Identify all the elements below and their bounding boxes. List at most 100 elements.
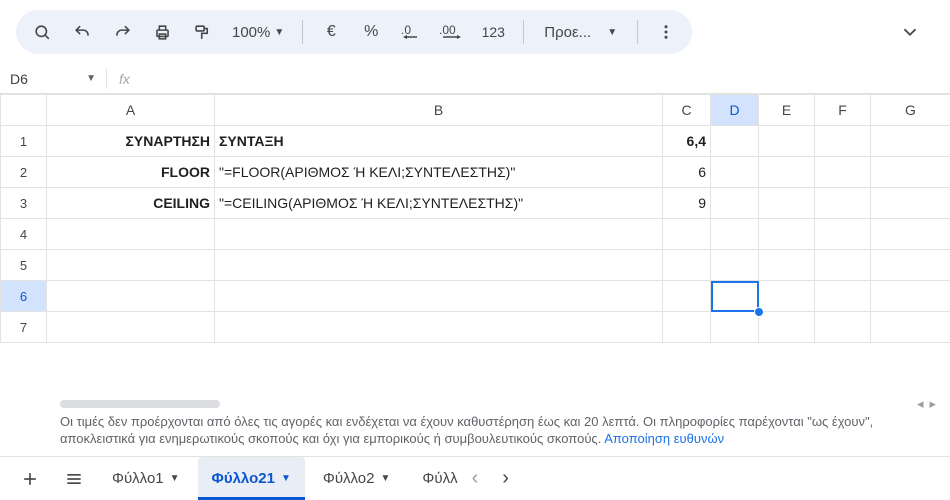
redo-icon[interactable] (104, 14, 140, 50)
cell-F2[interactable] (815, 157, 871, 188)
col-header-G[interactable]: G (871, 95, 950, 126)
tab-scroll-left-icon[interactable]: ‹ (472, 467, 479, 490)
cell-G6[interactable] (871, 281, 950, 312)
horizontal-scrollbar[interactable] (0, 399, 220, 409)
cell-B2[interactable]: "=FLOOR(ΑΡΙΘΜΟΣ Ή ΚΕΛΙ;ΣΥΝΤΕΛΕΣΤΗΣ)" (215, 157, 663, 188)
cell-C4[interactable] (663, 219, 711, 250)
cell-D7[interactable] (711, 312, 759, 343)
cell-A6[interactable] (47, 281, 215, 312)
cell-A3[interactable]: CEILING (47, 188, 215, 219)
cell-C3[interactable]: 9 (663, 188, 711, 219)
chevron-down-icon: ▼ (170, 473, 180, 484)
cell-G5[interactable] (871, 250, 950, 281)
cell-A2[interactable]: FLOOR (47, 157, 215, 188)
spreadsheet-grid[interactable]: A B C D E F G 1 ΣΥΝΑΡΤΗΣΗ ΣΥΝΤΑΞΗ 6,4 2 … (0, 94, 950, 343)
paint-format-icon[interactable] (184, 14, 220, 50)
all-sheets-icon[interactable] (54, 459, 94, 499)
cell-D1[interactable] (711, 126, 759, 157)
currency-button[interactable]: € (313, 14, 349, 50)
chevron-down-icon: ▼ (274, 27, 284, 38)
sheet-tab[interactable]: Φύλλο21 ▼ (198, 457, 305, 500)
cell-C2[interactable]: 6 (663, 157, 711, 188)
more-vert-icon[interactable] (648, 14, 684, 50)
col-header-B[interactable]: B (215, 95, 663, 126)
cell-F3[interactable] (815, 188, 871, 219)
number-format-button[interactable]: 123 (473, 14, 513, 50)
toolbar-pill: 100% ▼ € % .0 .00 123 Προε... ▼ (16, 10, 692, 54)
cell-G1[interactable] (871, 126, 950, 157)
cell-E3[interactable] (759, 188, 815, 219)
col-header-A[interactable]: A (47, 95, 215, 126)
cell-A5[interactable] (47, 250, 215, 281)
toolbar-expand-icon[interactable] (886, 21, 934, 43)
cell-B4[interactable] (215, 219, 663, 250)
row-header-1[interactable]: 1 (1, 126, 47, 157)
cell-A1[interactable]: ΣΥΝΑΡΤΗΣΗ (47, 126, 215, 157)
cell-D3[interactable] (711, 188, 759, 219)
row-header-2[interactable]: 2 (1, 157, 47, 188)
cell-E1[interactable] (759, 126, 815, 157)
search-icon[interactable] (24, 14, 60, 50)
cell-E7[interactable] (759, 312, 815, 343)
cell-B6[interactable] (215, 281, 663, 312)
undo-icon[interactable] (64, 14, 100, 50)
cell-E5[interactable] (759, 250, 815, 281)
name-box[interactable]: D6 ▼ (0, 71, 106, 87)
zoom-dropdown[interactable]: 100% ▼ (224, 24, 292, 41)
cell-B5[interactable] (215, 250, 663, 281)
col-header-F[interactable]: F (815, 95, 871, 126)
percent-button[interactable]: % (353, 14, 389, 50)
cell-D6[interactable] (711, 281, 759, 312)
svg-text:.0: .0 (401, 23, 411, 37)
cell-C5[interactable] (663, 250, 711, 281)
row-header-5[interactable]: 5 (1, 250, 47, 281)
sheet-tab[interactable]: Φύλλ (408, 457, 461, 500)
cell-F1[interactable] (815, 126, 871, 157)
add-sheet-icon[interactable] (10, 459, 50, 499)
row-header-7[interactable]: 7 (1, 312, 47, 343)
defaults-dropdown[interactable]: Προε... ▼ (534, 24, 627, 41)
select-all-corner[interactable] (1, 95, 47, 126)
formula-input[interactable] (138, 67, 950, 91)
col-header-D[interactable]: D (711, 95, 759, 126)
cell-F7[interactable] (815, 312, 871, 343)
cell-D5[interactable] (711, 250, 759, 281)
cell-D4[interactable] (711, 219, 759, 250)
cell-G3[interactable] (871, 188, 950, 219)
cell-G2[interactable] (871, 157, 950, 188)
cell-C7[interactable] (663, 312, 711, 343)
row-header-3[interactable]: 3 (1, 188, 47, 219)
cell-D2[interactable] (711, 157, 759, 188)
scrollbar-thumb[interactable] (60, 400, 220, 408)
cell-B7[interactable] (215, 312, 663, 343)
cell-F6[interactable] (815, 281, 871, 312)
increase-decimal-icon[interactable]: .00 (433, 14, 469, 50)
col-header-C[interactable]: C (663, 95, 711, 126)
chevron-down-icon: ▼ (381, 473, 391, 484)
decrease-decimal-icon[interactable]: .0 (393, 14, 429, 50)
tab-scroll-right-icon[interactable]: › (502, 467, 509, 490)
row-header-6[interactable]: 6 (1, 281, 47, 312)
cell-C6[interactable] (663, 281, 711, 312)
print-icon[interactable] (144, 14, 180, 50)
defaults-label: Προε... (544, 24, 591, 41)
cell-F4[interactable] (815, 219, 871, 250)
cell-B3[interactable]: "=CEILING(ΑΡΙΘΜΟΣ Ή ΚΕΛΙ;ΣΥΝΤΕΛΕΣΤΗΣ)" (215, 188, 663, 219)
chevron-down-icon: ▼ (86, 73, 96, 84)
col-header-E[interactable]: E (759, 95, 815, 126)
cell-G7[interactable] (871, 312, 950, 343)
row-header-4[interactable]: 4 (1, 219, 47, 250)
disclaimer-text: Οι τιμές δεν προέρχονται από όλες τις αγ… (0, 409, 950, 456)
cell-F5[interactable] (815, 250, 871, 281)
cell-E4[interactable] (759, 219, 815, 250)
cell-B1[interactable]: ΣΥΝΤΑΞΗ (215, 126, 663, 157)
cell-A4[interactable] (47, 219, 215, 250)
disclaimer-link[interactable]: Αποποίηση ευθυνών (604, 431, 724, 446)
cell-G4[interactable] (871, 219, 950, 250)
cell-E6[interactable] (759, 281, 815, 312)
sheet-tab[interactable]: Φύλλο2 ▼ (309, 457, 405, 500)
sheet-tab[interactable]: Φύλλο1 ▼ (98, 457, 194, 500)
cell-A7[interactable] (47, 312, 215, 343)
cell-C1[interactable]: 6,4 (663, 126, 711, 157)
cell-E2[interactable] (759, 157, 815, 188)
